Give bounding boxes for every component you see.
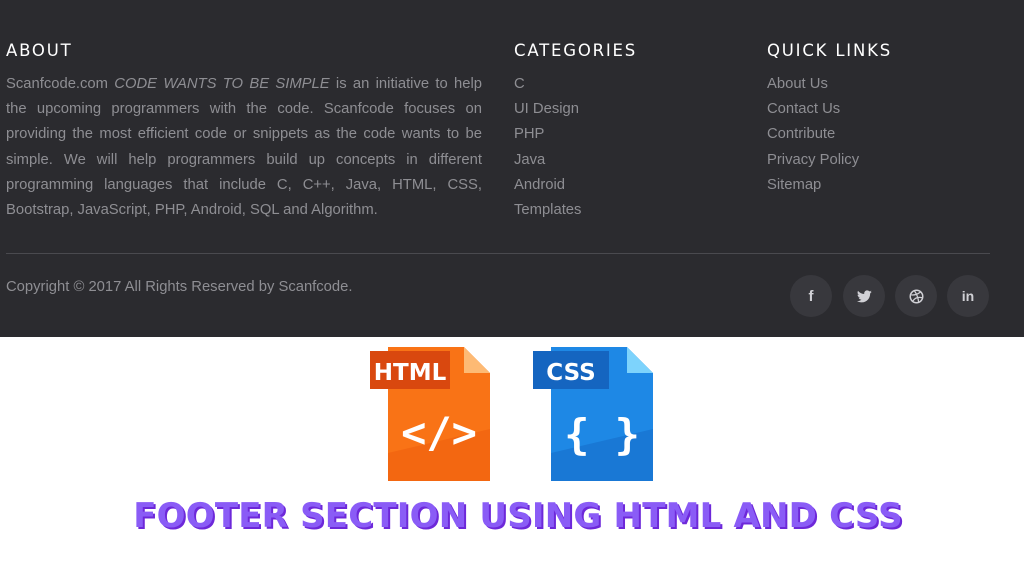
quick-links-list: About Us Contact Us Contribute Privacy P… — [767, 72, 1007, 198]
category-link-android[interactable]: Android — [514, 173, 734, 198]
quick-link-sitemap[interactable]: Sitemap — [767, 173, 1007, 198]
html-file-icon: HTML </> — [370, 347, 490, 481]
twitter-button[interactable] — [843, 275, 885, 317]
copyright-text: Copyright © 2017 All Rights Reserved by … — [6, 279, 353, 295]
categories-list: C UI Design PHP Java Android Templates — [514, 72, 734, 223]
linkedin-button[interactable]: in — [947, 275, 989, 317]
about-text: Scanfcode.com CODE WANTS TO BE SIMPLE is… — [6, 72, 482, 223]
quick-links-column: QUICK LINKS About Us Contact Us Contribu… — [767, 40, 1007, 198]
about-text-emphasis: CODE WANTS TO BE SIMPLE — [114, 76, 330, 92]
quick-link-contact-us[interactable]: Contact Us — [767, 97, 1007, 122]
category-link-java[interactable]: Java — [514, 148, 734, 173]
twitter-icon — [856, 289, 872, 302]
about-heading: ABOUT — [6, 41, 73, 60]
footer-divider — [6, 253, 990, 254]
linkedin-icon: in — [961, 288, 975, 304]
category-link-ui-design[interactable]: UI Design — [514, 97, 734, 122]
dribbble-icon — [909, 289, 923, 303]
about-column: ABOUT Scanfcode.com CODE WANTS TO BE SIM… — [6, 40, 482, 223]
css-file-icon: CSS { } — [533, 347, 653, 481]
category-link-templates[interactable]: Templates — [514, 198, 734, 223]
about-text-suffix: is an initiative to help the upcoming pr… — [6, 76, 482, 219]
quick-link-about-us[interactable]: About Us — [767, 72, 1007, 97]
categories-heading: CATEGORIES — [514, 41, 638, 60]
facebook-icon: f — [808, 287, 814, 305]
html-badge-label: HTML — [374, 360, 447, 386]
banner-title: FOOTER SECTION USING HTML AND CSS — [133, 496, 903, 536]
quick-links-heading: QUICK LINKS — [767, 41, 893, 60]
html-code-symbol: </> — [401, 408, 477, 457]
footer-section: ABOUT Scanfcode.com CODE WANTS TO BE SIM… — [0, 0, 1024, 337]
quick-link-contribute[interactable]: Contribute — [767, 122, 1007, 147]
dribbble-button[interactable] — [895, 275, 937, 317]
css-badge-label: CSS — [546, 360, 595, 386]
facebook-button[interactable]: f — [790, 275, 832, 317]
category-link-c[interactable]: C — [514, 72, 734, 97]
categories-column: CATEGORIES C UI Design PHP Java Android … — [514, 40, 734, 223]
css-code-symbol: { } — [564, 410, 640, 459]
quick-link-privacy-policy[interactable]: Privacy Policy — [767, 148, 1007, 173]
about-text-prefix: Scanfcode.com — [6, 76, 115, 92]
category-link-php[interactable]: PHP — [514, 122, 734, 147]
